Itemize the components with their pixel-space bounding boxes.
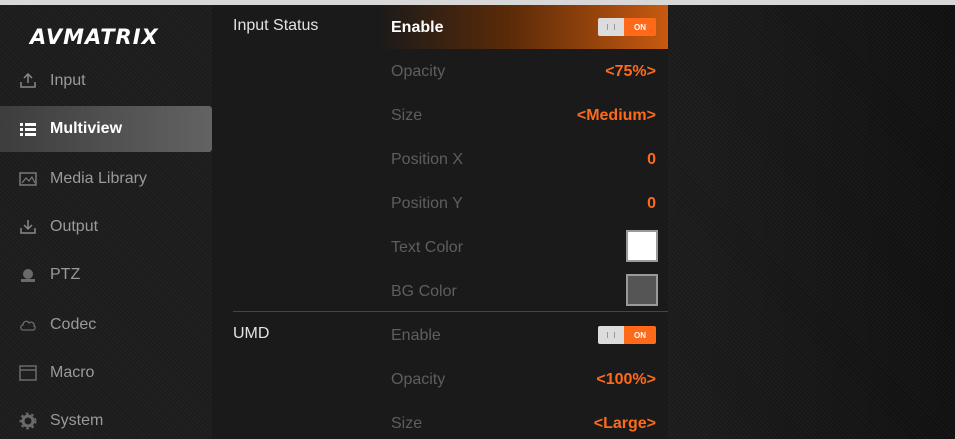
sidebar-item-label: System <box>50 412 104 429</box>
umd-enable-row[interactable]: UMD Enable ON <box>212 313 668 357</box>
brand-logo: AVMATRIX <box>30 25 159 49</box>
toggle-state: ON <box>624 18 656 36</box>
setting-label: Position Y <box>391 195 463 212</box>
umd-opacity-row[interactable]: Opacity <100%> <box>212 357 668 401</box>
setting-label: Position X <box>391 151 464 168</box>
opacity-value[interactable]: <100%> <box>596 371 656 389</box>
sidebar: AVMATRIX Input Multiview Media Library O… <box>0 5 230 439</box>
sidebar-item-label: PTZ <box>50 266 81 283</box>
camera-icon <box>18 266 38 284</box>
position-x-value[interactable]: 0 <box>647 151 656 169</box>
group-label-umd: UMD <box>233 325 270 342</box>
input-status-bg-color-row[interactable]: BG Color <box>212 269 668 313</box>
list-icon <box>18 120 38 138</box>
bg-color-swatch[interactable] <box>626 274 658 306</box>
sidebar-item-system[interactable]: System <box>0 398 212 439</box>
sidebar-item-output[interactable]: Output <box>0 204 212 250</box>
sidebar-item-codec[interactable]: Codec <box>0 302 212 348</box>
window-icon <box>18 364 38 382</box>
group-divider <box>233 311 668 312</box>
position-y-value[interactable]: 0 <box>647 195 656 213</box>
setting-label: Text Color <box>391 239 464 256</box>
sidebar-item-label: Multiview <box>50 120 123 137</box>
cloud-icon <box>18 316 38 334</box>
sidebar-item-label: Media Library <box>50 170 147 187</box>
input-status-enable-toggle[interactable]: ON <box>598 18 656 36</box>
sidebar-item-macro[interactable]: Macro <box>0 350 212 396</box>
upload-icon <box>18 72 38 90</box>
settings-panel: Input Status Enable ON Opacity <75%> Siz… <box>212 5 668 439</box>
download-icon <box>18 218 38 236</box>
input-status-position-x-row[interactable]: Position X 0 <box>212 137 668 181</box>
umd-size-row[interactable]: Size <Large> <box>212 401 668 439</box>
input-status-opacity-row[interactable]: Opacity <75%> <box>212 49 668 93</box>
input-status-text-color-row[interactable]: Text Color <box>212 225 668 269</box>
image-icon <box>18 170 38 188</box>
setting-label: Enable <box>391 327 441 344</box>
sidebar-item-label: Codec <box>50 316 97 333</box>
sidebar-item-ptz[interactable]: PTZ <box>0 252 212 298</box>
setting-label: BG Color <box>391 283 457 300</box>
input-status-size-row[interactable]: Size <Medium> <box>212 93 668 137</box>
sidebar-item-label: Output <box>50 218 99 235</box>
size-value[interactable]: <Medium> <box>577 107 656 125</box>
sidebar-item-input[interactable]: Input <box>0 58 212 104</box>
sidebar-item-label: Input <box>50 72 86 89</box>
text-color-swatch[interactable] <box>626 230 658 262</box>
group-label-input-status: Input Status <box>233 17 319 34</box>
setting-label: Size <box>391 415 423 432</box>
setting-label: Opacity <box>391 63 446 80</box>
setting-label: Opacity <box>391 371 446 388</box>
setting-label: Size <box>391 107 423 124</box>
toggle-knob <box>598 18 624 36</box>
setting-label: Enable <box>391 19 444 36</box>
size-value[interactable]: <Large> <box>594 415 656 433</box>
toggle-state: ON <box>624 326 656 344</box>
gear-icon <box>18 412 38 430</box>
opacity-value[interactable]: <75%> <box>605 63 656 81</box>
toggle-knob <box>598 326 624 344</box>
background-area <box>668 5 955 439</box>
sidebar-item-label: Macro <box>50 364 95 381</box>
input-status-position-y-row[interactable]: Position Y 0 <box>212 181 668 225</box>
sidebar-item-media-library[interactable]: Media Library <box>0 156 212 202</box>
input-status-enable-row[interactable]: Input Status Enable ON <box>212 5 668 49</box>
sidebar-item-multiview[interactable]: Multiview <box>0 106 230 152</box>
umd-enable-toggle[interactable]: ON <box>598 326 656 344</box>
